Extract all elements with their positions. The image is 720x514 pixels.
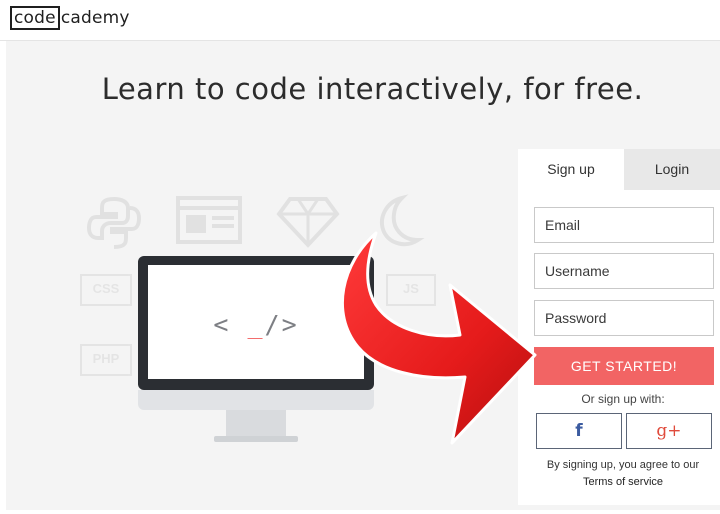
terms-text: By signing up, you agree to our xyxy=(546,459,700,471)
faded-php-tag: PHP xyxy=(80,344,132,376)
hero-headline: Learn to code interactively, for free. xyxy=(101,72,644,106)
python-icon xyxy=(86,196,142,249)
codecademy-logo[interactable]: code cademy xyxy=(10,6,130,30)
browser-window-icon xyxy=(176,196,242,244)
logo-rest: cademy xyxy=(60,8,130,28)
faded-css-tag: CSS xyxy=(80,274,132,306)
top-bar: code cademy xyxy=(0,0,720,41)
terms-of-service-link[interactable]: Terms of service xyxy=(518,476,720,488)
monitor-stand xyxy=(226,410,286,438)
tab-login[interactable]: Login xyxy=(624,149,720,190)
monitor-base xyxy=(214,436,298,442)
red-curved-arrow xyxy=(341,231,537,445)
tab-signup[interactable]: Sign up xyxy=(518,149,624,190)
logo-code-box: code xyxy=(10,6,60,30)
code-glyph-left: < xyxy=(213,310,231,339)
code-glyph-cursor: _ xyxy=(247,310,265,339)
code-glyph-right: /> xyxy=(264,310,299,339)
